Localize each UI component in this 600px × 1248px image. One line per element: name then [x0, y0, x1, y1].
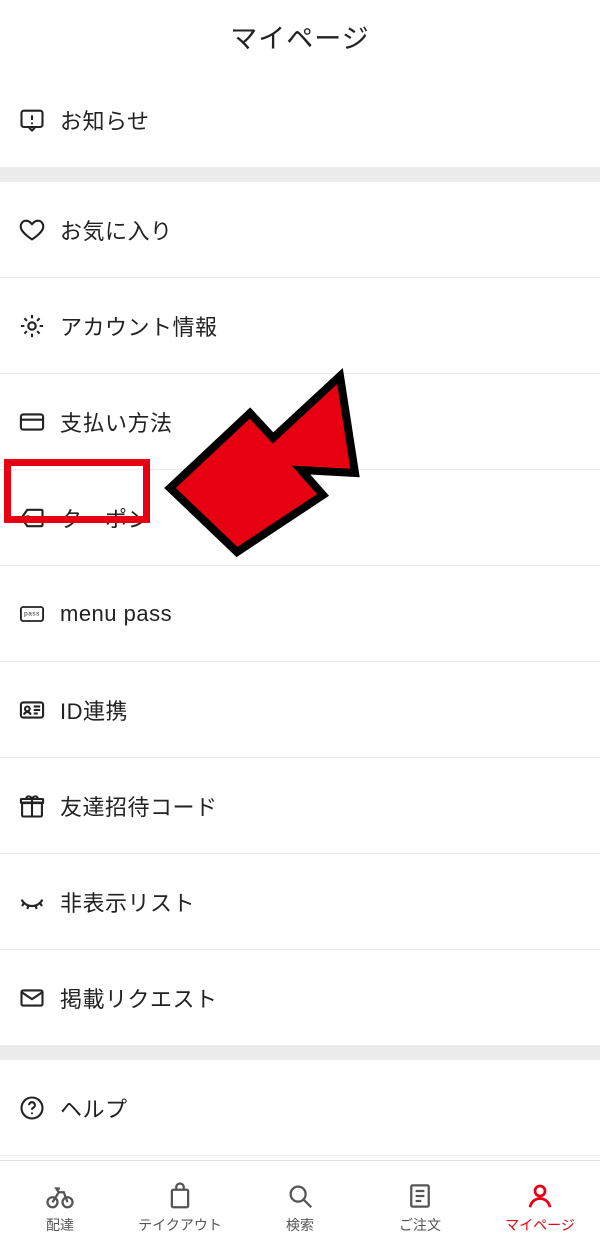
page-title: マイページ	[230, 17, 369, 56]
menu-item-idlink[interactable]: ID連携	[0, 662, 600, 758]
tab-orders[interactable]: ご注文	[360, 1161, 480, 1248]
menu-label: 掲載リクエスト	[60, 982, 218, 1014]
receipt-icon	[405, 1181, 435, 1211]
notification-icon	[18, 106, 46, 134]
tab-label: テイクアウト	[138, 1215, 222, 1235]
menu-label: 非表示リスト	[60, 886, 195, 918]
tab-delivery[interactable]: 配達	[0, 1161, 120, 1248]
tab-label: 検索	[286, 1215, 314, 1235]
menu-item-invite[interactable]: 友達招待コード	[0, 758, 600, 854]
menu-label: クーポン	[60, 502, 150, 534]
section-separator	[0, 168, 600, 182]
section-separator	[0, 1046, 600, 1060]
menu-item-help[interactable]: ヘルプ	[0, 1060, 600, 1156]
search-icon	[285, 1181, 315, 1211]
menu-item-payment[interactable]: 支払い方法	[0, 374, 600, 470]
idcard-icon	[18, 696, 46, 724]
eye-closed-icon	[18, 888, 46, 916]
menu-label: 友達招待コード	[60, 790, 218, 822]
menu-item-account[interactable]: アカウント情報	[0, 278, 600, 374]
heart-icon	[18, 216, 46, 244]
bottom-nav: 配達 テイクアウト 検索 ご注文	[0, 1160, 600, 1248]
person-icon	[525, 1181, 555, 1211]
menu-item-menupass[interactable]: pass menu pass	[0, 566, 600, 662]
menu-item-notifications[interactable]: お知らせ	[0, 72, 600, 168]
tag-icon	[18, 504, 46, 532]
page-header: マイページ	[0, 0, 600, 72]
bike-icon	[45, 1181, 75, 1211]
menu-item-coupon[interactable]: クーポン	[0, 470, 600, 566]
tab-takeout[interactable]: テイクアウト	[120, 1161, 240, 1248]
help-icon	[18, 1094, 46, 1122]
tab-label: マイページ	[505, 1215, 575, 1235]
menu-label: menu pass	[60, 601, 172, 627]
tab-mypage[interactable]: マイページ	[480, 1161, 600, 1248]
tab-label: 配達	[46, 1215, 74, 1235]
card-icon	[18, 408, 46, 436]
bag-icon	[165, 1181, 195, 1211]
tab-label: ご注文	[399, 1215, 441, 1235]
tab-search[interactable]: 検索	[240, 1161, 360, 1248]
menu-item-postrequest[interactable]: 掲載リクエスト	[0, 950, 600, 1046]
gift-icon	[18, 792, 46, 820]
menu-item-favorites[interactable]: お気に入り	[0, 182, 600, 278]
menu-label: お知らせ	[60, 104, 150, 136]
menu-label: ヘルプ	[60, 1092, 128, 1124]
gear-icon	[18, 312, 46, 340]
menu-label: 支払い方法	[60, 406, 173, 438]
envelope-icon	[18, 984, 46, 1012]
menu-label: お気に入り	[60, 214, 173, 246]
menu-item-hiddenlist[interactable]: 非表示リスト	[0, 854, 600, 950]
svg-text:pass: pass	[24, 610, 40, 617]
menu-label: ID連携	[60, 694, 128, 726]
pass-icon: pass	[18, 600, 46, 628]
menu-label: アカウント情報	[60, 310, 218, 342]
